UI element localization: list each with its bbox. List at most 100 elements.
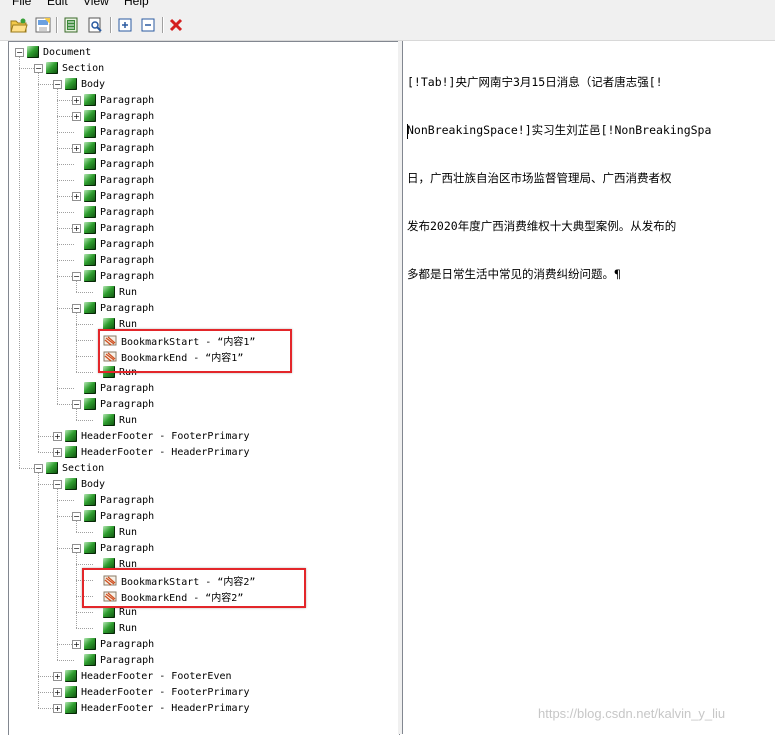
- tree-node[interactable]: Body: [65, 476, 105, 492]
- expand-all-icon[interactable]: [116, 16, 134, 34]
- tree-node[interactable]: Paragraph: [84, 204, 154, 220]
- menu-edit[interactable]: Edit: [47, 0, 68, 8]
- node-cube-icon: [84, 142, 96, 154]
- document-tree[interactable]: − Document − Section − Body + Paragraph + Paragra…: [8, 41, 400, 735]
- tree-node[interactable]: Paragraph: [84, 652, 154, 668]
- tree-node[interactable]: Paragraph: [84, 156, 154, 172]
- tree-node-label: Paragraph: [100, 94, 155, 106]
- collapse-all-icon[interactable]: [139, 16, 157, 34]
- tree-node-label: Paragraph: [100, 254, 155, 266]
- tree-node[interactable]: Paragraph: [84, 300, 154, 316]
- tree-node[interactable]: HeaderFooter - HeaderPrimary: [65, 700, 250, 716]
- tree-node[interactable]: Section: [46, 460, 104, 476]
- tree-node[interactable]: Paragraph: [84, 220, 154, 236]
- tree-node-label: Paragraph: [100, 238, 155, 250]
- tree-node[interactable]: Run: [103, 524, 137, 540]
- node-cube-icon: [65, 686, 77, 698]
- tree-node[interactable]: Run: [103, 412, 137, 428]
- tree-node[interactable]: HeaderFooter - FooterEven: [65, 668, 232, 684]
- preview-icon[interactable]: [86, 16, 104, 34]
- open-icon[interactable]: [10, 16, 28, 34]
- expand-toggle-icon[interactable]: +: [53, 672, 62, 681]
- tree-node-label: Paragraph: [100, 542, 155, 554]
- tree-connector: [76, 292, 93, 293]
- highlight-box-bookmark-2: [82, 568, 306, 608]
- tree-node[interactable]: Run: [103, 284, 137, 300]
- tree-connector: [76, 356, 93, 357]
- tree-node-label: Paragraph: [100, 494, 155, 506]
- collapse-toggle-icon[interactable]: −: [72, 304, 81, 313]
- tree-node[interactable]: Paragraph: [84, 380, 154, 396]
- tree-node[interactable]: Document: [27, 44, 91, 60]
- node-cube-icon: [84, 190, 96, 202]
- tree-node[interactable]: Paragraph: [84, 236, 154, 252]
- document-text[interactable]: [!Tab!]央广网南宁3月15日消息（记者唐志强[! NonBreakingS…: [407, 42, 775, 314]
- collapse-toggle-icon[interactable]: −: [53, 80, 62, 89]
- expand-toggle-icon[interactable]: +: [72, 112, 81, 121]
- tree-node[interactable]: Run: [103, 620, 137, 636]
- expand-toggle-icon[interactable]: +: [72, 192, 81, 201]
- tree-node-label: Paragraph: [100, 270, 155, 282]
- node-cube-icon: [84, 158, 96, 170]
- tree-connector: [57, 132, 74, 133]
- tree-node[interactable]: Paragraph: [84, 108, 154, 124]
- tree-node[interactable]: Paragraph: [84, 492, 154, 508]
- tree-node-label: Paragraph: [100, 222, 155, 234]
- tree-node[interactable]: HeaderFooter - FooterPrimary: [65, 428, 250, 444]
- tree-node[interactable]: HeaderFooter - HeaderPrimary: [65, 444, 250, 460]
- expand-toggle-icon[interactable]: +: [53, 448, 62, 457]
- collapse-toggle-icon[interactable]: −: [34, 464, 43, 473]
- expand-toggle-icon[interactable]: +: [53, 688, 62, 697]
- collapse-toggle-icon[interactable]: −: [34, 64, 43, 73]
- tree-node[interactable]: Paragraph: [84, 268, 154, 284]
- node-cube-icon: [103, 526, 115, 538]
- node-cube-icon: [65, 78, 77, 90]
- menu-help[interactable]: Help: [124, 0, 149, 8]
- collapse-toggle-icon[interactable]: −: [15, 48, 24, 57]
- tree-connector: [57, 89, 58, 404]
- tree-connector: [57, 489, 58, 660]
- tree-node[interactable]: Paragraph: [84, 188, 154, 204]
- tree-node[interactable]: Paragraph: [84, 92, 154, 108]
- collapse-toggle-icon[interactable]: −: [72, 512, 81, 521]
- menu-view[interactable]: View: [83, 0, 109, 8]
- collapse-toggle-icon[interactable]: −: [72, 544, 81, 553]
- tree-node[interactable]: HeaderFooter - FooterPrimary: [65, 684, 250, 700]
- tree-node-label: HeaderFooter - HeaderPrimary: [81, 446, 250, 458]
- tree-connector: [57, 180, 74, 181]
- tree-node[interactable]: Paragraph: [84, 124, 154, 140]
- collapse-toggle-icon[interactable]: −: [72, 400, 81, 409]
- tree-node[interactable]: Paragraph: [84, 172, 154, 188]
- toolbar-separator: [56, 17, 58, 33]
- expand-toggle-icon[interactable]: +: [53, 432, 62, 441]
- collapse-toggle-icon[interactable]: −: [72, 272, 81, 281]
- tree-node[interactable]: Paragraph: [84, 252, 154, 268]
- text-line: 发布2020年度广西消费维权十大典型案例。从发布的: [407, 219, 677, 233]
- expand-toggle-icon[interactable]: +: [72, 640, 81, 649]
- document-view-icon[interactable]: [62, 16, 80, 34]
- expand-toggle-icon[interactable]: +: [72, 96, 81, 105]
- menu-file[interactable]: File: [12, 0, 31, 8]
- tree-node[interactable]: Section: [46, 60, 104, 76]
- tree-node[interactable]: Paragraph: [84, 508, 154, 524]
- tree-node[interactable]: Paragraph: [84, 396, 154, 412]
- document-text-view[interactable]: [!Tab!]央广网南宁3月15日消息（记者唐志强[! NonBreakingS…: [402, 41, 775, 734]
- tree-node[interactable]: Paragraph: [84, 140, 154, 156]
- tree-connector: [76, 340, 93, 341]
- expand-toggle-icon[interactable]: +: [53, 704, 62, 713]
- node-cube-icon: [84, 110, 96, 122]
- tree-node[interactable]: Body: [65, 76, 105, 92]
- node-cube-icon: [84, 542, 96, 554]
- expand-toggle-icon[interactable]: +: [72, 224, 81, 233]
- expand-toggle-icon[interactable]: +: [72, 144, 81, 153]
- delete-icon[interactable]: [167, 16, 185, 34]
- tree-connector: [76, 553, 77, 628]
- save-icon[interactable]: [34, 16, 52, 34]
- tree-node[interactable]: Paragraph: [84, 636, 154, 652]
- collapse-toggle-icon[interactable]: −: [53, 480, 62, 489]
- node-cube-icon: [84, 126, 96, 138]
- tree-node[interactable]: Paragraph: [84, 540, 154, 556]
- tree-node-label: Run: [119, 622, 138, 634]
- highlight-box-bookmark-1: [98, 329, 292, 373]
- tree-node-label: Paragraph: [100, 510, 155, 522]
